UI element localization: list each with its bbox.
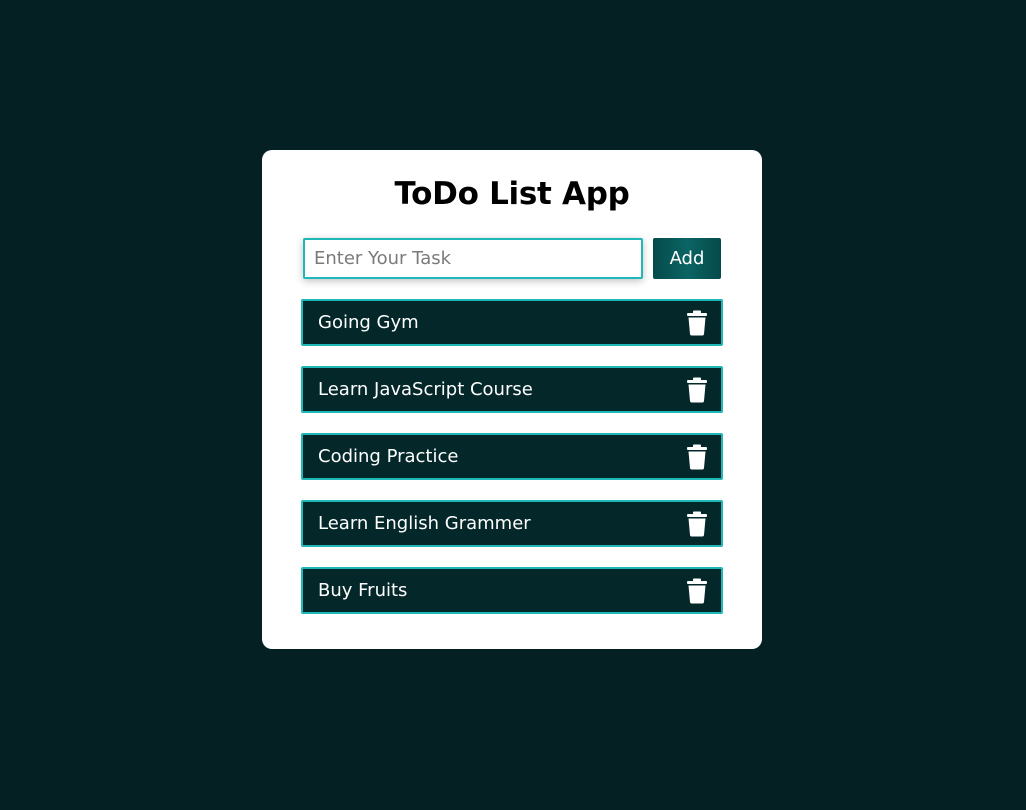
task-text: Learn English Grammer [318,513,531,534]
delete-task-button[interactable] [685,578,709,604]
delete-task-button[interactable] [685,444,709,470]
task-text: Going Gym [318,312,419,333]
task-item[interactable]: Learn JavaScript Course [301,366,723,413]
delete-task-button[interactable] [685,377,709,403]
task-item[interactable]: Going Gym [301,299,723,346]
task-item[interactable]: Buy Fruits [301,567,723,614]
add-task-form: Add [303,238,721,279]
app-title: ToDo List App [394,176,630,212]
delete-task-button[interactable] [685,310,709,336]
task-text: Learn JavaScript Course [318,379,533,400]
trash-icon [685,578,709,604]
task-input[interactable] [303,238,643,279]
trash-icon [685,511,709,537]
trash-icon [685,444,709,470]
task-text: Coding Practice [318,446,459,467]
add-button[interactable]: Add [653,238,721,279]
task-text: Buy Fruits [318,580,408,601]
task-list: Going Gym Learn JavaScript Course Coding… [301,299,723,634]
trash-icon [685,310,709,336]
trash-icon [685,377,709,403]
task-item[interactable]: Learn English Grammer [301,500,723,547]
delete-task-button[interactable] [685,511,709,537]
todo-card: ToDo List App Add Going Gym Learn JavaSc… [262,150,762,649]
task-item[interactable]: Coding Practice [301,433,723,480]
